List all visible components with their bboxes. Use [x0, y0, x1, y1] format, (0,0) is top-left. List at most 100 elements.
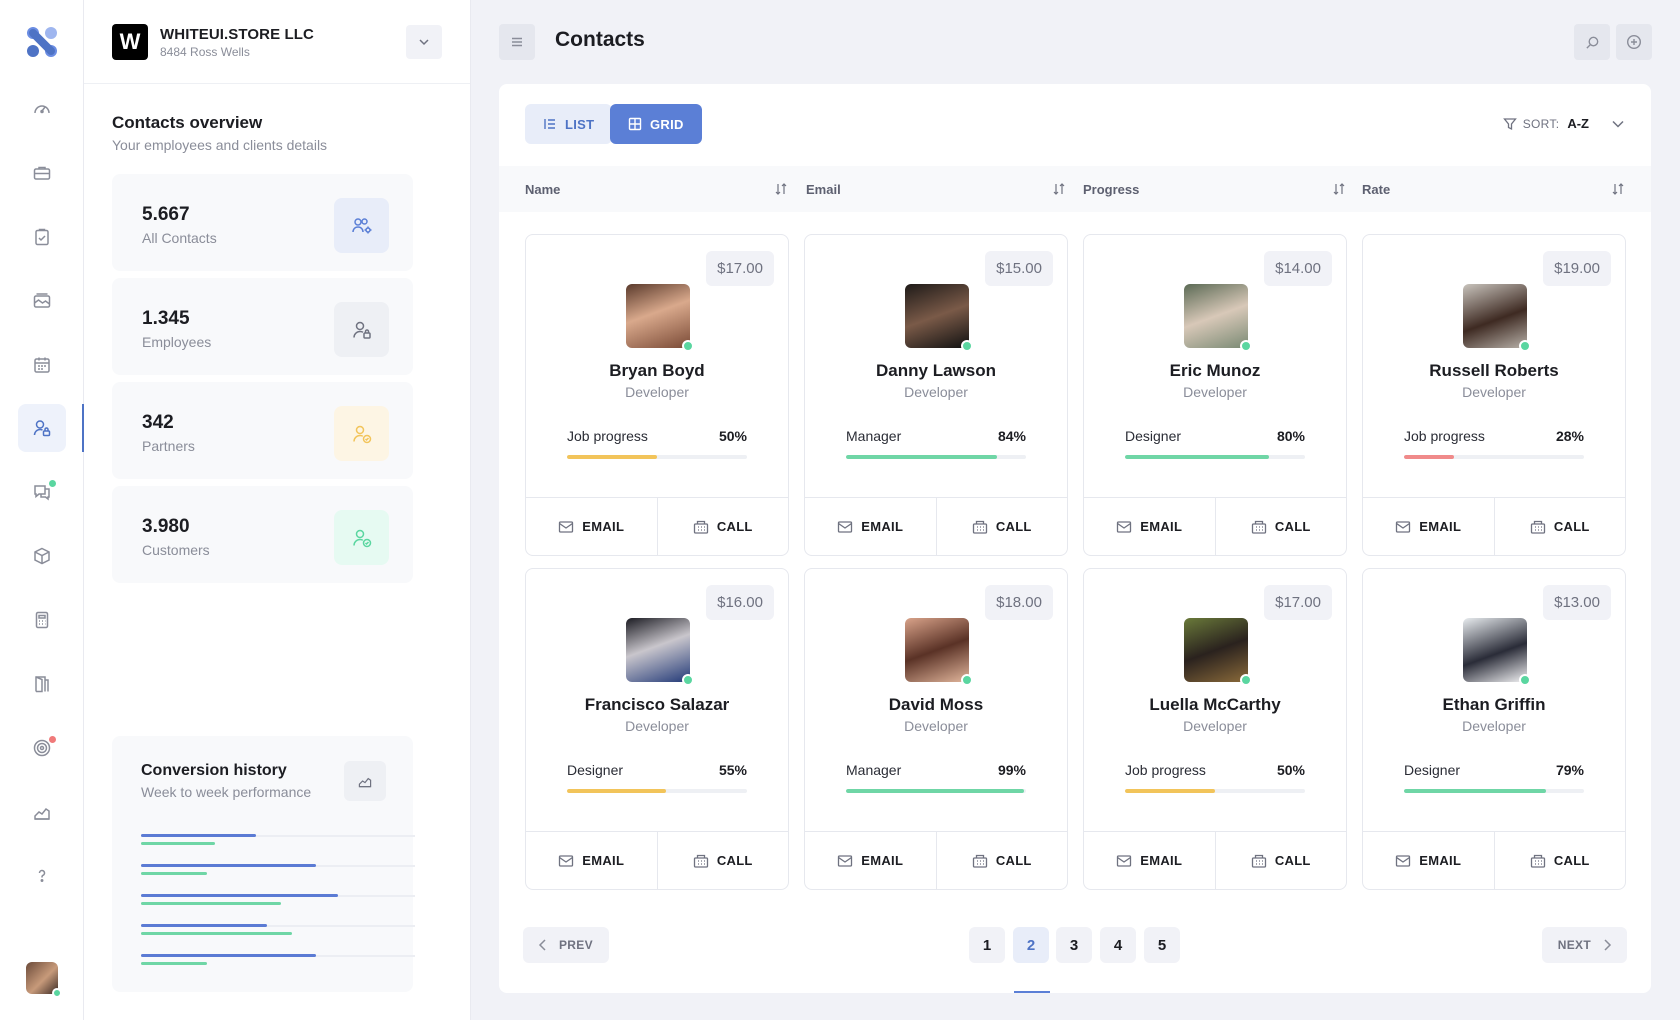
- rate-badge: $18.00: [985, 585, 1053, 620]
- card-actions: EMAIL CALL: [1084, 497, 1346, 555]
- prev-page-button[interactable]: PREV: [523, 927, 609, 963]
- conversion-row: [141, 894, 415, 924]
- next-page-button[interactable]: NEXT: [1541, 927, 1627, 963]
- bar-last-week: [141, 842, 215, 845]
- page-button-2[interactable]: 2: [1013, 927, 1049, 963]
- sort-arrows-icon: [1612, 183, 1624, 195]
- nav-media[interactable]: [18, 277, 66, 325]
- page-button-5[interactable]: 5: [1144, 927, 1180, 963]
- grid-view-button[interactable]: GRID: [610, 104, 702, 144]
- chevron-right-icon: [1604, 939, 1612, 951]
- question-icon: [38, 869, 46, 882]
- list-view-button[interactable]: LIST: [525, 104, 613, 144]
- email-button[interactable]: EMAIL: [805, 832, 936, 889]
- nav-calendar[interactable]: [18, 341, 66, 389]
- contact-card[interactable]: $19.00 Russell Roberts Developer Job progre…: [1362, 234, 1626, 556]
- user-avatar[interactable]: [26, 962, 62, 998]
- page-button-1[interactable]: 1: [969, 927, 1005, 963]
- email-button[interactable]: EMAIL: [1084, 498, 1215, 555]
- progress-label: Designer: [567, 762, 624, 778]
- conversion-row: [141, 924, 415, 954]
- call-button[interactable]: CALL: [935, 832, 1068, 889]
- conversion-chart-button[interactable]: [344, 761, 386, 801]
- email-button[interactable]: EMAIL: [526, 498, 657, 555]
- email-button[interactable]: EMAIL: [526, 832, 657, 889]
- column-header-progress[interactable]: Progress: [1083, 166, 1346, 212]
- email-button[interactable]: EMAIL: [1363, 498, 1494, 555]
- sort-control[interactable]: SORT: A-Z: [1502, 116, 1625, 131]
- calculator-icon: [35, 611, 49, 629]
- nav-contacts[interactable]: [18, 404, 66, 452]
- contact-card[interactable]: $13.00 Ethan Griffin Developer Designer 79% E…: [1362, 568, 1626, 890]
- contact-name[interactable]: Eric Munoz: [1084, 361, 1346, 381]
- nav-help[interactable]: [18, 852, 66, 900]
- divider: [84, 83, 470, 84]
- contacts-card: LIST GRID SORT: A-Z Name Email Progress …: [499, 84, 1651, 993]
- contact-card[interactable]: $16.00 Francisco Salazar Developer Designer…: [525, 568, 789, 890]
- call-button[interactable]: CALL: [935, 498, 1068, 555]
- stat-label: Partners: [142, 438, 195, 454]
- page-button-4[interactable]: 4: [1100, 927, 1136, 963]
- email-label: EMAIL: [582, 853, 625, 868]
- nav-dashboard[interactable]: [18, 85, 66, 133]
- contact-name[interactable]: Bryan Boyd: [526, 361, 788, 381]
- company-dropdown-button[interactable]: [406, 25, 442, 59]
- stat-customers[interactable]: 3.980 Customers: [112, 486, 413, 583]
- nav-messages[interactable]: [18, 468, 66, 516]
- grid-icon: [628, 117, 642, 131]
- contact-card[interactable]: $17.00 Luella McCarthy Developer Job progre…: [1083, 568, 1347, 890]
- contact-name[interactable]: Russell Roberts: [1363, 361, 1625, 381]
- phone-icon: [972, 520, 987, 534]
- nav-goals[interactable]: [18, 724, 66, 772]
- email-button[interactable]: EMAIL: [805, 498, 936, 555]
- column-header-name[interactable]: Name: [525, 166, 788, 212]
- search-button[interactable]: [1574, 24, 1610, 60]
- call-label: CALL: [1274, 853, 1311, 868]
- contact-name[interactable]: Luella McCarthy: [1084, 695, 1346, 715]
- online-indicator: [1240, 674, 1252, 686]
- chevron-down-icon: [1612, 120, 1624, 128]
- progress-track: [1125, 789, 1305, 793]
- email-button[interactable]: EMAIL: [1363, 832, 1494, 889]
- stat-partners[interactable]: 342 Partners: [112, 382, 413, 479]
- call-button[interactable]: CALL: [1214, 832, 1347, 889]
- phone-icon: [972, 854, 987, 868]
- stat-all-contacts[interactable]: 5.667 All Contacts: [112, 174, 413, 271]
- call-button[interactable]: CALL: [656, 832, 789, 889]
- nav-docs[interactable]: [18, 660, 66, 708]
- app-logo[interactable]: [24, 24, 60, 60]
- nav-products[interactable]: [18, 532, 66, 580]
- call-button[interactable]: CALL: [1214, 498, 1347, 555]
- contact-card[interactable]: $15.00 Danny Lawson Developer Manager 84% EMA…: [804, 234, 1068, 556]
- stat-employees[interactable]: 1.345 Employees: [112, 278, 413, 375]
- briefcase-icon: [33, 166, 51, 180]
- menu-button[interactable]: [499, 24, 535, 60]
- progress-value: 84%: [997, 428, 1026, 444]
- call-button[interactable]: CALL: [656, 498, 789, 555]
- sort-value: A-Z: [1567, 116, 1589, 131]
- phone-icon: [1251, 520, 1266, 534]
- contact-name[interactable]: David Moss: [805, 695, 1067, 715]
- page-button-3[interactable]: 3: [1056, 927, 1092, 963]
- bar-this-week: [141, 894, 339, 897]
- card-actions: EMAIL CALL: [1084, 831, 1346, 889]
- contact-name[interactable]: Danny Lawson: [805, 361, 1067, 381]
- call-button[interactable]: CALL: [1493, 832, 1626, 889]
- column-header-email[interactable]: Email: [806, 166, 1066, 212]
- nav-tasks[interactable]: [18, 213, 66, 261]
- contact-card[interactable]: $18.00 David Moss Developer Manager 99% EMAIL…: [804, 568, 1068, 890]
- nav-analytics[interactable]: [18, 788, 66, 836]
- add-button[interactable]: [1616, 24, 1652, 60]
- email-button[interactable]: EMAIL: [1084, 832, 1215, 889]
- contact-name[interactable]: Francisco Salazar: [526, 695, 788, 715]
- contact-card[interactable]: $14.00 Eric Munoz Developer Designer 80% EMAI…: [1083, 234, 1347, 556]
- contact-role: Developer: [904, 384, 968, 400]
- contact-name[interactable]: Ethan Griffin: [1363, 695, 1625, 715]
- column-header-rate[interactable]: Rate: [1362, 166, 1625, 212]
- call-button[interactable]: CALL: [1493, 498, 1626, 555]
- nav-calculator[interactable]: [18, 596, 66, 644]
- users-gear-icon: [351, 217, 371, 233]
- nav-jobs[interactable]: [18, 149, 66, 197]
- mail-icon: [559, 520, 574, 533]
- contact-card[interactable]: $17.00 Bryan Boyd Developer Job progress 50%…: [525, 234, 789, 556]
